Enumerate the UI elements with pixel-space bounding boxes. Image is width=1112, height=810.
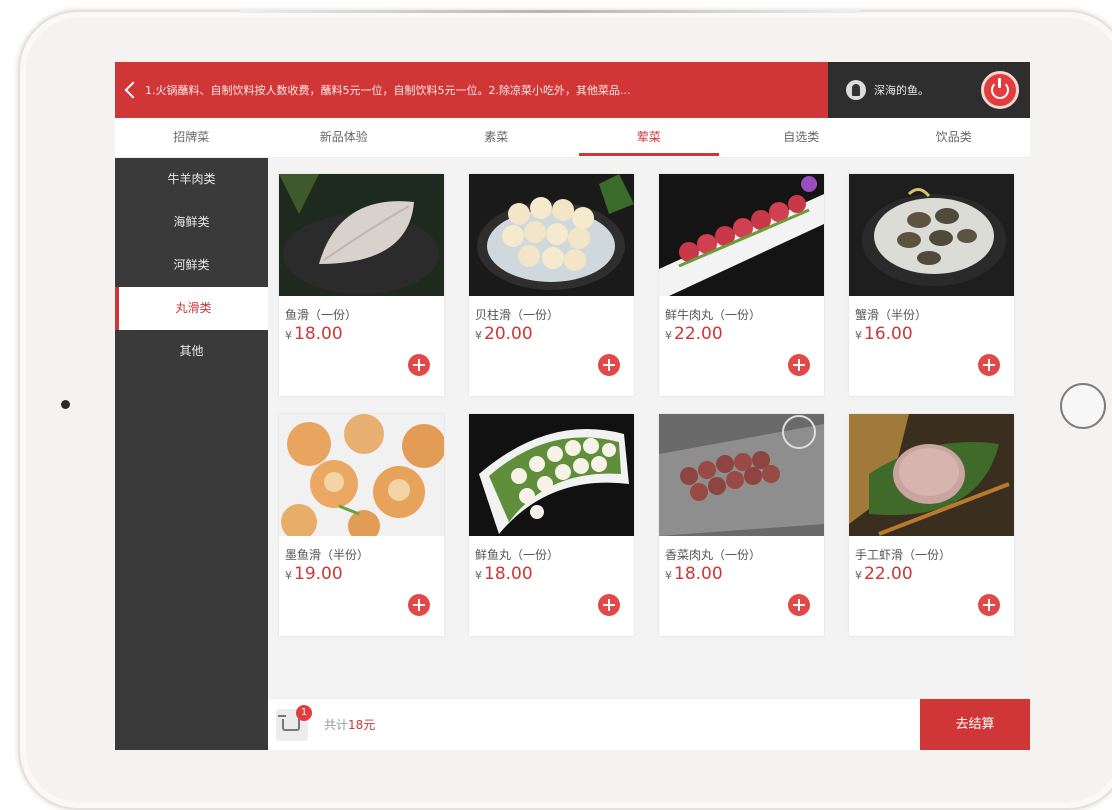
product-card[interactable]: 手工虾滑（一份） ¥22.00 — [849, 414, 1014, 636]
add-to-cart-button[interactable] — [978, 354, 1000, 376]
tab-new[interactable]: 新品体验 — [268, 118, 421, 157]
product-name: 鱼滑（一份） — [285, 308, 358, 322]
tab-meat[interactable]: 荤菜 — [573, 118, 726, 157]
power-button[interactable] — [981, 71, 1019, 109]
cart-total: 共计18元 — [324, 716, 375, 733]
product-name: 蟹滑（半份） — [855, 308, 928, 322]
product-card[interactable]: 鲜牛肉丸（一份） ¥22.00 — [659, 174, 824, 396]
product-name: 贝柱滑（一份） — [475, 308, 560, 322]
notice-bar[interactable]: 1.火锅蘸料、自制饮料按人数收费，蘸料5元一位，自制饮料5元一位。2.除凉菜小吃… — [115, 62, 828, 118]
top-bar: 1.火锅蘸料、自制饮料按人数收费，蘸料5元一位，自制饮料5元一位。2.除凉菜小吃… — [115, 62, 1030, 118]
product-name: 鲜牛肉丸（一份） — [665, 308, 762, 322]
sidebar: 牛羊肉类 海鲜类 河鲜类 丸滑类 其他 — [115, 158, 268, 750]
product-price: ¥18.00 — [285, 324, 343, 344]
add-to-cart-button[interactable] — [598, 594, 620, 616]
cuttlefish-paste-photo — [279, 414, 444, 536]
sidebar-item-other[interactable]: 其他 — [115, 330, 268, 373]
notice-text: 1.火锅蘸料、自制饮料按人数收费，蘸料5元一位，自制饮料5元一位。2.除凉菜小吃… — [145, 84, 631, 97]
sidebar-item-seafood[interactable]: 海鲜类 — [115, 201, 268, 244]
add-to-cart-button[interactable] — [598, 354, 620, 376]
product-price: ¥18.00 — [475, 564, 533, 584]
beef-ball-photo — [659, 174, 824, 296]
product-card[interactable]: 贝柱滑（一份） ¥20.00 — [469, 174, 634, 396]
user-name: 深海的鱼。 — [874, 84, 929, 97]
scallop-paste-photo — [469, 174, 634, 296]
tab-vegetable[interactable]: 素菜 — [420, 118, 573, 157]
user-area[interactable]: 深海的鱼。 — [828, 62, 970, 118]
product-card[interactable]: 香菜肉丸（一份） ¥18.00 — [659, 414, 824, 636]
home-button[interactable] — [1060, 383, 1106, 429]
add-to-cart-button[interactable] — [978, 594, 1000, 616]
tab-self-select[interactable]: 自选类 — [725, 118, 878, 157]
add-to-cart-button[interactable] — [408, 354, 430, 376]
product-price: ¥19.00 — [285, 564, 343, 584]
crab-paste-photo — [849, 174, 1014, 296]
sidebar-item-beef-lamb[interactable]: 牛羊肉类 — [115, 158, 268, 201]
product-name: 鲜鱼丸（一份） — [475, 548, 560, 562]
camera-icon — [61, 400, 70, 409]
product-price: ¥22.00 — [855, 564, 913, 584]
coriander-meatball-photo — [659, 414, 824, 536]
product-name: 墨鱼滑（半份） — [285, 548, 370, 562]
add-to-cart-button[interactable] — [788, 354, 810, 376]
cart-total-amount: 18元 — [348, 718, 376, 732]
tab-signature[interactable]: 招牌菜 — [115, 118, 268, 157]
tab-drinks[interactable]: 饮品类 — [878, 118, 1031, 157]
logout-area — [970, 62, 1030, 118]
fish-paste-photo — [279, 174, 444, 296]
product-card[interactable]: 鱼滑（一份） ¥18.00 — [279, 174, 444, 396]
add-to-cart-button[interactable] — [408, 594, 430, 616]
cart-total-prefix: 共计 — [324, 718, 349, 732]
user-avatar-icon — [846, 80, 866, 100]
product-card[interactable]: 墨鱼滑（半份） ¥19.00 — [279, 414, 444, 636]
tablet-top-edge — [240, 10, 860, 13]
product-card[interactable]: 蟹滑（半份） ¥16.00 — [849, 174, 1014, 396]
checkout-button[interactable]: 去结算 — [920, 698, 1030, 750]
product-price: ¥20.00 — [475, 324, 533, 344]
app-screen: 1.火锅蘸料、自制饮料按人数收费，蘸料5元一位，自制饮料5元一位。2.除凉菜小吃… — [115, 62, 1030, 750]
shrimp-paste-photo — [849, 414, 1014, 536]
cart-bar: 1 共计18元 去结算 — [268, 698, 1030, 750]
product-card[interactable]: 鲜鱼丸（一份） ¥18.00 — [469, 414, 634, 636]
product-price: ¥22.00 — [665, 324, 723, 344]
product-name: 香菜肉丸（一份） — [665, 548, 762, 562]
cart-button[interactable]: 1 — [276, 704, 312, 741]
product-name: 手工虾滑（一份） — [855, 548, 952, 562]
fish-ball-photo — [469, 414, 634, 536]
product-price: ¥16.00 — [855, 324, 913, 344]
sidebar-item-river-fish[interactable]: 河鲜类 — [115, 244, 268, 287]
add-to-cart-button[interactable] — [788, 594, 810, 616]
back-arrow-icon[interactable] — [124, 81, 142, 99]
product-price: ¥18.00 — [665, 564, 723, 584]
sidebar-item-balls[interactable]: 丸滑类 — [115, 287, 268, 330]
power-icon — [991, 78, 1009, 99]
cart-count-badge: 1 — [296, 704, 312, 721]
product-grid: 鱼滑（一份） ¥18.00 贝柱滑（一份） ¥20.00 鲜牛肉丸（一份） ¥ … — [268, 158, 1030, 698]
cart-icon — [278, 714, 300, 731]
category-tabs: 招牌菜 新品体验 素菜 荤菜 自选类 饮品类 — [115, 118, 1030, 158]
